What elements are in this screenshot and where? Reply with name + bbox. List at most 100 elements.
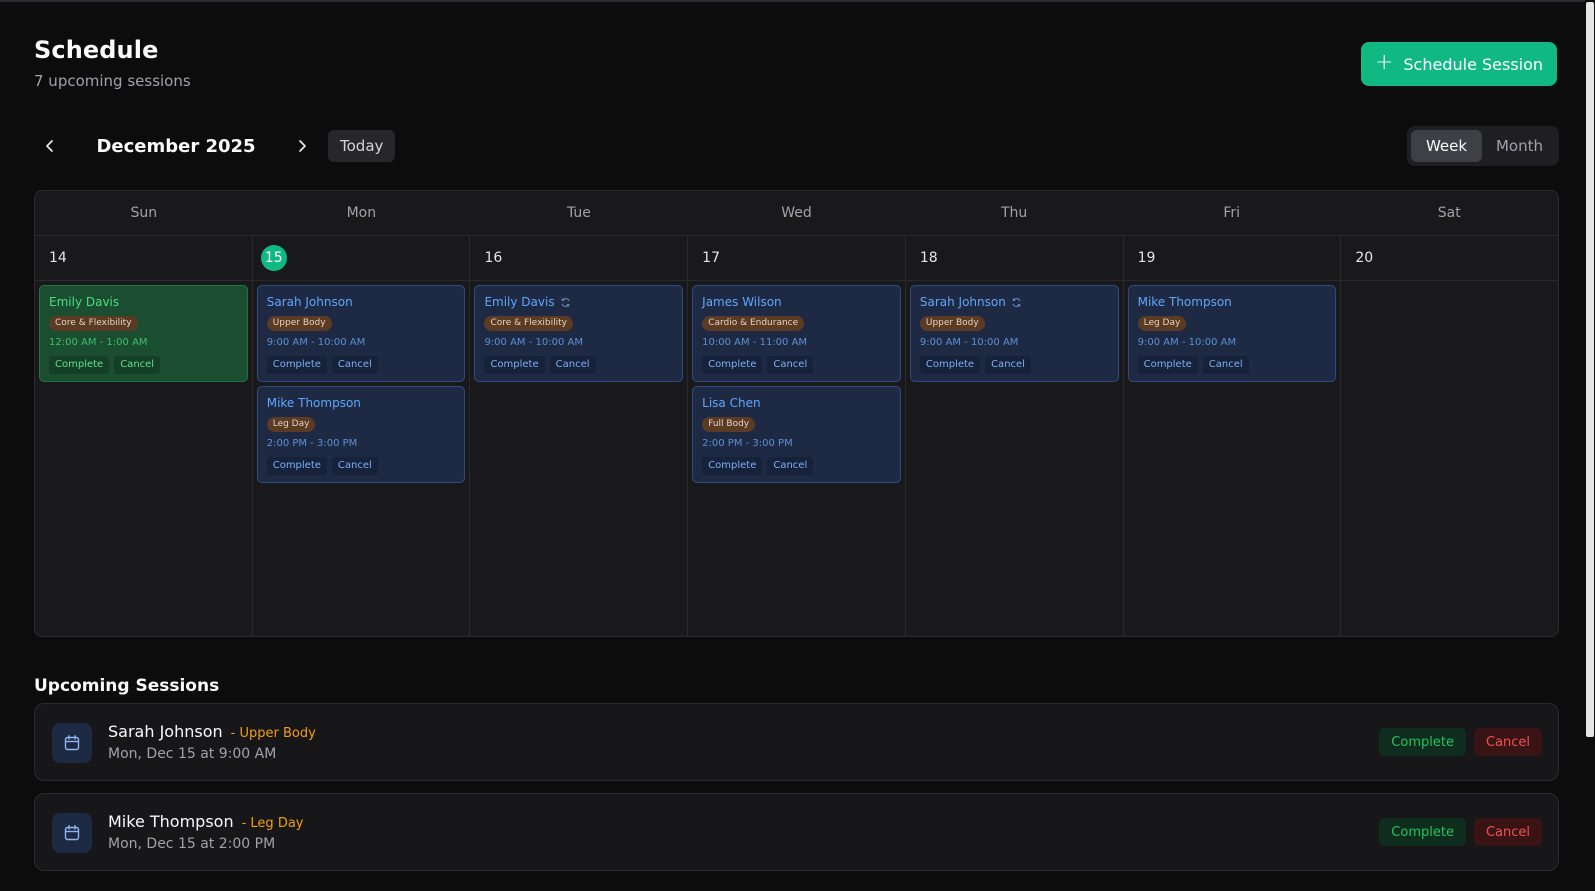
days-row: 14 Emily Davis Core & Flexibility 12:00 AM … [35,236,1558,636]
event-time: 2:00 PM - 3:00 PM [702,438,793,449]
cancel-button[interactable]: Cancel [1473,818,1542,846]
day-events: James Wilson Cardio & Endurance 10:00 AM -… [688,281,905,487]
day-events: Sarah Johnson Upper Body 9:00 AM - 10:00 A… [253,281,470,487]
session-datetime: Mon, Dec 15 at 9:00 AM [108,746,277,762]
event-client-name: Mike Thompson [1137,295,1232,309]
event-time: 9:00 AM - 10:00 AM [484,337,583,348]
schedule-session-button[interactable]: + Schedule Session [1361,42,1557,86]
day-events [1341,281,1558,289]
chevron-left-icon [46,140,53,152]
day-column[interactable]: 20 [1341,236,1558,636]
day-number: 17 [702,250,720,266]
current-month-label: December 2025 [96,135,256,157]
scrollbar-track[interactable] [1585,0,1595,891]
weekday-label: Thu [1000,205,1028,221]
event-cancel-button[interactable]: Cancel [331,457,378,475]
session-event[interactable]: Sarah Johnson Upper Body 9:00 AM - 10:00 A… [256,285,466,382]
event-complete-button[interactable]: Complete [702,356,763,374]
event-complete-button[interactable]: Complete [266,356,327,374]
weekday-label: Tue [566,205,591,221]
day-events: Emily Davis Core & Flexibility 12:00 AM - … [35,281,252,386]
day-number: 14 [49,250,67,266]
day-column[interactable]: 18 Sarah Johnson Upper Body 9:00 AM - 10:00… [905,236,1124,636]
event-type-tag: Core & Flexibility [49,316,138,331]
refresh-icon [1011,297,1022,308]
calendar-nav: December 2025 Today [34,130,396,162]
day-events: Sarah Johnson Upper Body 9:00 AM - 10:00 A… [906,281,1123,386]
event-type-tag: Core & Flexibility [484,316,573,331]
session-event[interactable]: Mike Thompson Leg Day 9:00 AM - 10:00 AM Co… [1127,285,1337,382]
day-column[interactable]: 17 James Wilson Cardio & Endurance 10:00 AM… [688,236,906,636]
view-month-button[interactable]: Month [1484,130,1555,162]
complete-button[interactable]: Complete [1379,728,1466,756]
session-event[interactable]: Emily Davis Core & Flexibility 9:00 AM - 1… [474,285,684,382]
event-complete-button[interactable]: Complete [266,457,327,475]
session-event[interactable]: James Wilson Cardio & Endurance 10:00 AM -… [692,285,901,382]
week-calendar: Sun Mon Tue Wed Thu Fri Sat 14 Emily Davi… [34,190,1559,637]
event-cancel-button[interactable]: Cancel [767,457,814,475]
view-week-button[interactable]: Week [1411,130,1482,162]
event-time: 2:00 PM - 3:00 PM [266,438,358,449]
calendar-icon [52,813,92,853]
day-number: 20 [1355,250,1374,266]
window-top-border [0,0,1595,2]
event-complete-button[interactable]: Complete [919,356,981,374]
session-client-name: Mike Thompson [108,812,234,831]
session-type: - Upper Body [230,726,316,741]
page-subtitle: 7 upcoming sessions [34,72,191,90]
session-type: - Leg Day [241,816,304,831]
day-number-row: 19 [1123,236,1341,281]
today-button[interactable]: Today [328,130,396,162]
event-complete-button[interactable]: Complete [702,457,763,475]
event-cancel-button[interactable]: Cancel [985,356,1031,374]
session-event[interactable]: Emily Davis Core & Flexibility 12:00 AM - … [39,285,248,382]
refresh-icon [560,297,571,308]
event-type-tag: Leg Day [1137,316,1187,331]
session-datetime: Mon, Dec 15 at 2:00 PM [108,836,276,852]
cancel-button[interactable]: Cancel [1473,728,1542,756]
next-week-button[interactable] [286,130,318,162]
event-time: 10:00 AM - 11:00 AM [702,337,808,348]
session-event[interactable]: Lisa Chen Full Body 2:00 PM - 3:00 PM Compl… [692,386,901,483]
day-column[interactable]: 15 Sarah Johnson Upper Body 9:00 AM - 10:00… [252,236,471,636]
upcoming-sessions-title: Upcoming Sessions [34,676,220,696]
event-complete-button[interactable]: Complete [484,356,545,374]
event-client-name: James Wilson [702,295,782,309]
event-time: 9:00 AM - 10:00 AM [1137,337,1237,348]
event-cancel-button[interactable]: Cancel [549,356,596,374]
scrollbar-thumb[interactable] [1586,2,1594,737]
prev-week-button[interactable] [34,130,66,162]
upcoming-session-card[interactable]: Sarah Johnson - Upper Body Mon, Dec 15 a… [34,703,1559,781]
session-event[interactable]: Sarah Johnson Upper Body 9:00 AM - 10:00 A… [909,285,1119,382]
complete-button[interactable]: Complete [1379,818,1466,846]
event-complete-button[interactable]: Complete [49,356,110,374]
event-cancel-button[interactable]: Cancel [114,356,161,374]
day-number-row: 16 [470,236,688,281]
day-number-row: 18 [905,236,1123,281]
day-column[interactable]: 19 Mike Thompson Leg Day 9:00 AM - 10:00 AM… [1123,236,1342,636]
event-cancel-button[interactable]: Cancel [767,356,814,374]
weekday-label: Wed [781,205,812,221]
day-number: 19 [1137,250,1156,266]
event-client-name: Emily Davis [484,295,555,309]
event-client-name: Sarah Johnson [919,295,1006,309]
day-number-row: 15 [252,236,470,281]
weekday-label: Sat [1437,205,1461,221]
page-title: Schedule [34,36,159,64]
day-events: Mike Thompson Leg Day 9:00 AM - 10:00 AM Co… [1124,281,1341,386]
upcoming-session-card[interactable]: Mike Thompson - Leg Day Mon, Dec 15 at 2… [34,793,1559,871]
event-time: 12:00 AM - 1:00 AM [49,337,148,348]
day-events: Emily Davis Core & Flexibility 9:00 AM - 1… [470,281,687,386]
day-number: 16 [484,250,503,266]
event-cancel-button[interactable]: Cancel [1202,356,1249,374]
event-time: 9:00 AM - 10:00 AM [266,337,366,348]
event-type-tag: Full Body [702,417,756,432]
event-cancel-button[interactable]: Cancel [331,356,378,374]
event-client-name: Lisa Chen [702,396,761,410]
day-column[interactable]: 14 Emily Davis Core & Flexibility 12:00 AM … [35,236,253,636]
weekday-header-row: Sun Mon Tue Wed Thu Fri Sat [35,191,1558,236]
event-type-tag: Upper Body [266,316,332,331]
event-complete-button[interactable]: Complete [1137,356,1198,374]
session-event[interactable]: Mike Thompson Leg Day 2:00 PM - 3:00 PM Com… [256,386,466,483]
day-column[interactable]: 16 Emily Davis Core & Flexibility 9:00 AM -… [470,236,689,636]
